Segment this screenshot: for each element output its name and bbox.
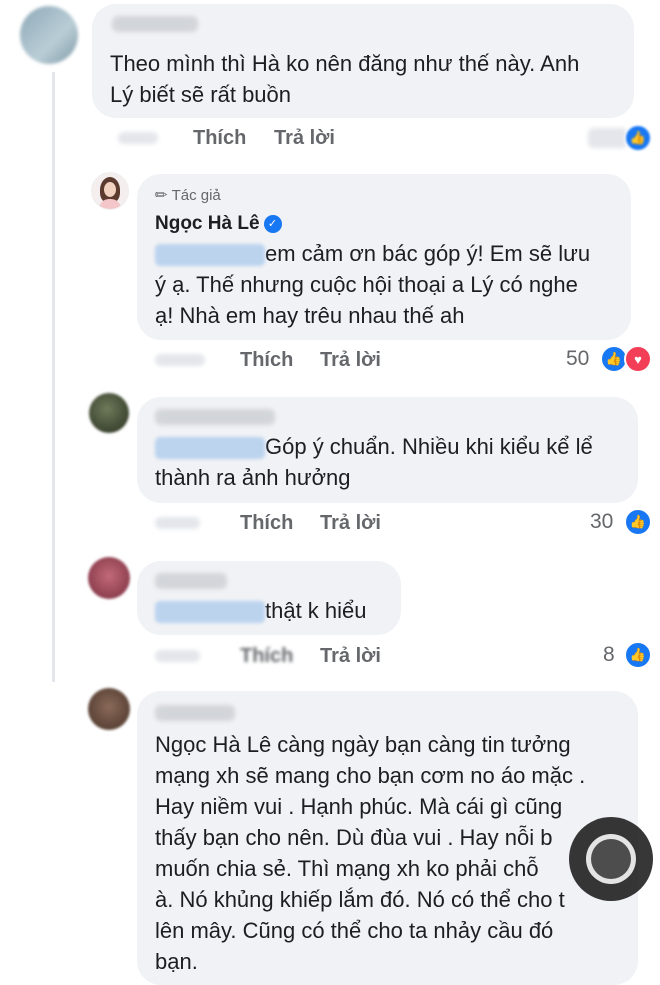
author-avatar-face: [104, 182, 116, 197]
heart-reaction-icon: ♥: [624, 345, 652, 373]
timestamp[interactable]: [118, 132, 158, 144]
comment-bubble: thật k hiểu: [137, 561, 401, 635]
like-button[interactable]: Thích: [240, 512, 293, 535]
assistive-touch-ring-icon: [586, 834, 636, 884]
like-reaction-icon: 👍: [624, 508, 652, 536]
reply-button[interactable]: Trả lời: [320, 349, 381, 372]
comment-author-name[interactable]: Ngọc Hà Lê ✓: [155, 213, 282, 235]
comment-text: Ngọc Hà Lê càng ngày bạn càng tin tưởng …: [155, 732, 586, 974]
timestamp[interactable]: [155, 650, 200, 662]
comment-text: Góp ý chuẩn. Nhiều khi kiểu kể lể thành …: [155, 434, 593, 490]
like-button[interactable]: Thích: [193, 127, 246, 150]
avatar[interactable]: [89, 393, 129, 433]
reaction-count-blurred[interactable]: [588, 128, 628, 148]
comment-bubble: Ngọc Hà Lê càng ngày bạn càng tin tưởng …: [137, 691, 638, 985]
comment-author-name[interactable]: [155, 573, 227, 589]
reaction-count[interactable]: 8: [603, 643, 615, 667]
avatar[interactable]: [20, 6, 78, 64]
mention-tag[interactable]: [155, 601, 265, 624]
author-avatar[interactable]: [91, 172, 129, 210]
assistive-touch-button[interactable]: [569, 817, 653, 901]
mention-tag[interactable]: [155, 244, 265, 267]
timestamp[interactable]: [155, 354, 205, 366]
like-button[interactable]: Thích: [240, 349, 293, 372]
timestamp[interactable]: [155, 517, 200, 529]
avatar[interactable]: [88, 557, 130, 599]
like-reaction-icon: 👍: [624, 641, 652, 669]
author-avatar-dress: [99, 199, 121, 209]
comment-author-name[interactable]: [155, 705, 235, 721]
comment-bubble: Theo mình thì Hà ko nên đăng như thế này…: [92, 4, 634, 118]
reply-button[interactable]: Trả lời: [320, 645, 381, 668]
comment-author-name[interactable]: [155, 409, 275, 425]
reaction-count[interactable]: 50: [566, 347, 589, 371]
reply-button[interactable]: Trả lời: [274, 127, 335, 150]
reply-button[interactable]: Trả lời: [320, 512, 381, 535]
pencil-icon: ✎: [151, 184, 173, 206]
comment-bubble: Góp ý chuẩn. Nhiều khi kiểu kể lể thành …: [137, 397, 638, 503]
comment-text: Theo mình thì Hà ko nên đăng như thế này…: [110, 51, 580, 107]
like-button[interactable]: Thích: [240, 645, 293, 668]
thread-line: [52, 72, 55, 682]
verified-badge-icon: ✓: [263, 214, 282, 233]
comment-text: em cảm ơn bác góp ý! Em sẽ lưu ý ạ. Thế …: [155, 241, 591, 328]
avatar[interactable]: [88, 688, 130, 730]
comment-bubble: ✎Tác giả Ngọc Hà Lê ✓ em cảm ơn bác góp ý…: [137, 174, 631, 340]
mention-tag[interactable]: [155, 437, 265, 460]
comment-text: thật k hiểu: [155, 595, 401, 626]
like-reaction-icon: 👍: [624, 124, 652, 152]
comment-author-name[interactable]: [112, 16, 198, 32]
reaction-count[interactable]: 30: [590, 510, 613, 534]
author-badge: ✎Tác giả: [151, 184, 221, 206]
